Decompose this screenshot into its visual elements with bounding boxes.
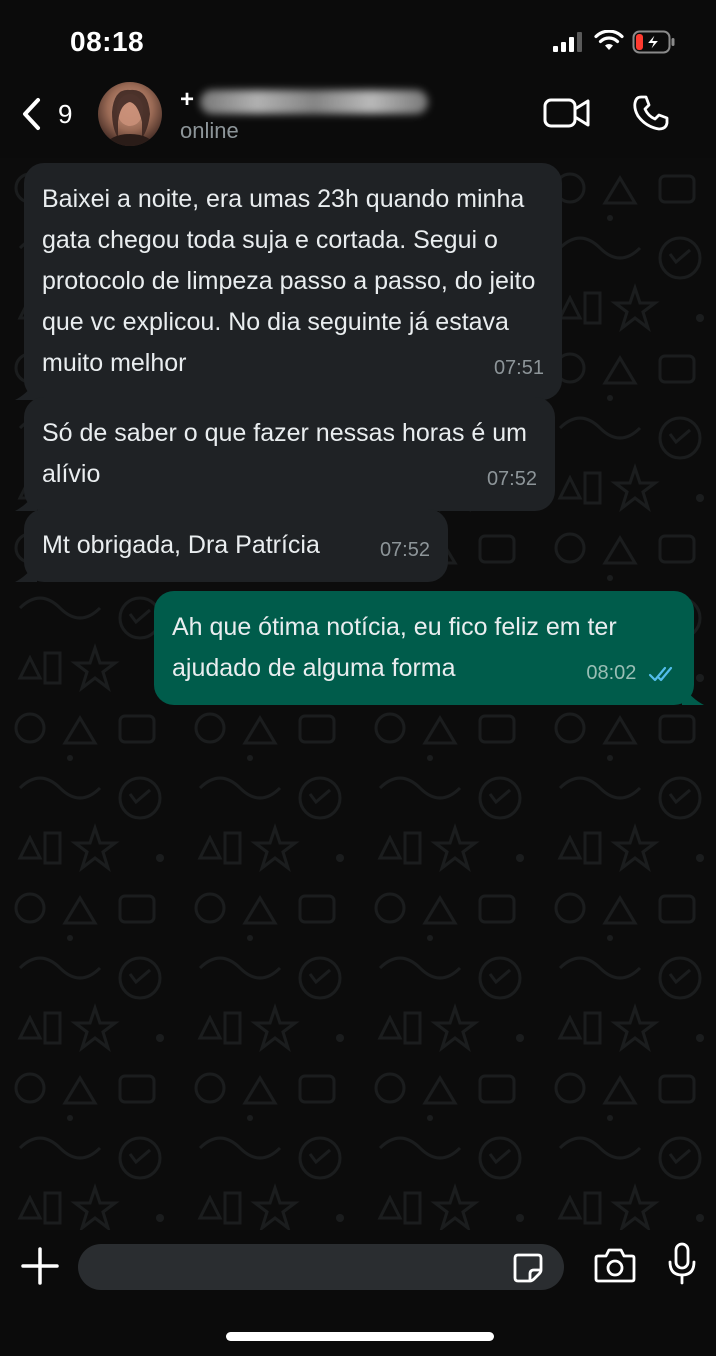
message-input[interactable] bbox=[78, 1244, 564, 1290]
sticker-icon[interactable] bbox=[512, 1252, 544, 1284]
status-time: 08:18 bbox=[70, 26, 145, 57]
message-bubble-incoming[interactable]: Mt obrigada, Dra Patrícia 07:52 bbox=[15, 509, 448, 582]
contact-avatar[interactable] bbox=[98, 82, 162, 146]
bubble-tail bbox=[682, 685, 704, 705]
contact-name[interactable]: + bbox=[180, 86, 440, 116]
battery-low-charging-icon bbox=[632, 30, 675, 54]
avatar-image bbox=[106, 89, 154, 146]
read-receipt-double-check-icon bbox=[648, 666, 673, 681]
message-time: 07:52 bbox=[379, 539, 430, 561]
message-text: Ah que ótima notícia, eu fico feliz em t… bbox=[172, 613, 617, 682]
status-bar: 08:18 bbox=[0, 0, 716, 80]
message-input-bar bbox=[0, 1230, 716, 1356]
video-camera-icon[interactable] bbox=[542, 96, 592, 130]
cellular-signal-icon bbox=[553, 32, 582, 52]
message-text: Mt obrigada, Dra Patrícia bbox=[42, 531, 320, 559]
plus-icon[interactable] bbox=[20, 1246, 60, 1286]
bubble-tail bbox=[15, 380, 37, 400]
message-meta: 08:02 bbox=[586, 658, 676, 688]
message-bubble-incoming[interactable]: Baixei a noite, era umas 23h quando minh… bbox=[15, 163, 562, 400]
bubble-tail bbox=[15, 491, 37, 511]
message-time: 07:52 bbox=[486, 468, 537, 490]
contact-status: online bbox=[180, 118, 239, 143]
message-bubble-incoming[interactable]: Só de saber o que fazer nessas horas é u… bbox=[15, 397, 555, 511]
message-text: Só de saber o que fazer nessas horas é u… bbox=[42, 419, 528, 488]
wifi-icon bbox=[594, 30, 624, 50]
contact-name-prefix: + bbox=[180, 86, 195, 113]
phone-icon[interactable] bbox=[632, 94, 670, 132]
unread-count: 9 bbox=[58, 98, 73, 129]
microphone-icon[interactable] bbox=[666, 1242, 698, 1286]
back-button[interactable]: 9 bbox=[20, 92, 90, 136]
camera-icon[interactable] bbox=[594, 1246, 636, 1284]
chat-area[interactable]: Baixei a noite, era umas 23h quando minh… bbox=[0, 158, 716, 1230]
home-indicator[interactable] bbox=[226, 1332, 494, 1341]
chevron-left-icon bbox=[23, 98, 40, 130]
message-text: Baixei a noite, era umas 23h quando minh… bbox=[42, 185, 536, 377]
message-bubble-outgoing[interactable]: Ah que ótima notícia, eu fico feliz em t… bbox=[154, 591, 704, 705]
message-time: 08:02 bbox=[586, 662, 637, 684]
bubble-tail bbox=[15, 562, 37, 582]
message-time: 07:51 bbox=[493, 357, 544, 379]
chat-header: 9 + online bbox=[0, 80, 716, 158]
contact-name-redacted bbox=[200, 90, 428, 114]
